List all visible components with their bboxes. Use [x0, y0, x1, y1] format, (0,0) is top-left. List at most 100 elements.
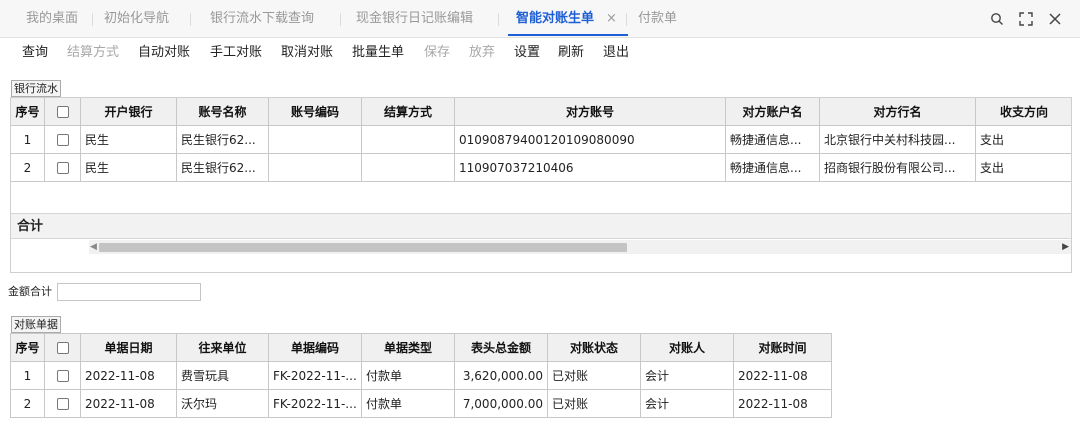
active-tab-indicator — [508, 34, 628, 36]
tab-close-icon[interactable]: × — [606, 0, 617, 38]
tab-payment-order[interactable]: 付款单 — [638, 0, 677, 38]
close-icon[interactable] — [1045, 9, 1065, 29]
table-row[interactable]: 2 民生 民生银行62... 110907037210406 畅捷通信息... … — [11, 153, 1071, 182]
manual-reconcile-button[interactable]: 手工对账 — [210, 38, 262, 68]
auto-reconcile-button[interactable]: 自动对账 — [138, 38, 190, 68]
batch-generate-button[interactable]: 批量生单 — [352, 38, 404, 68]
table-empty-area — [11, 183, 1071, 213]
column-header[interactable]: 对账状态 — [547, 333, 641, 362]
cell-counter-bank: 北京银行中关村科技园... — [819, 125, 976, 154]
table-row[interactable]: 2 2022-11-08 沃尔玛 FK-2022-11-... 付款单 7,00… — [10, 389, 832, 418]
column-header[interactable]: 往来单位 — [176, 333, 269, 362]
cell-counter-account-name: 畅捷通信息... — [725, 125, 820, 154]
row-number: 1 — [10, 361, 45, 390]
tab-init-nav[interactable]: 初始化导航 — [104, 0, 169, 38]
column-header[interactable]: 表头总金额 — [454, 333, 548, 362]
bank-flow-section-label[interactable]: 银行流水 — [11, 80, 61, 97]
row-select-cell[interactable] — [44, 389, 81, 418]
discard-button[interactable]: 放弃 — [469, 38, 495, 68]
column-header-select-all[interactable] — [44, 333, 81, 362]
column-header[interactable]: 账号编码 — [268, 98, 362, 126]
column-header[interactable]: 对方账户名 — [725, 98, 820, 126]
select-all-checkbox[interactable] — [56, 106, 69, 118]
column-header[interactable]: 账号名称 — [176, 98, 269, 126]
table-row[interactable]: 1 民生 民生银行62... 01090879400120109080090 畅… — [11, 125, 1071, 154]
cell-bank: 民生 — [80, 125, 177, 154]
sum-label: 合计 — [17, 219, 44, 234]
column-header[interactable]: 对账时间 — [733, 333, 832, 362]
cell-total-amount: 3,620,000.00 — [454, 361, 548, 390]
column-header[interactable]: 单据编码 — [268, 333, 362, 362]
column-header[interactable]: 结算方式 — [361, 98, 455, 126]
cell-counter-account-name: 畅捷通信息... — [725, 153, 820, 182]
tab-bar: 我的桌面 初始化导航 银行流水下载查询 现金银行日记账编辑 智能对账生单 × 付… — [0, 0, 1080, 38]
cell-reconciler: 会计 — [640, 361, 734, 390]
cell-total-amount: 7,000,000.00 — [454, 389, 548, 418]
tab-separator — [92, 13, 93, 26]
tab-bank-flow-query[interactable]: 银行流水下载查询 — [210, 0, 314, 38]
exit-button[interactable]: 退出 — [603, 38, 629, 68]
column-header[interactable]: 序号 — [11, 98, 45, 126]
row-select-cell[interactable] — [44, 361, 81, 390]
column-header[interactable]: 序号 — [10, 333, 45, 362]
tab-my-desktop[interactable]: 我的桌面 — [26, 0, 78, 38]
recon-docs-table: 序号 单据日期 往来单位 单据编码 单据类型 表头总金额 对账状态 对账人 对账… — [10, 333, 832, 418]
cell-account-name: 民生银行62... — [176, 125, 269, 154]
column-header[interactable]: 开户银行 — [80, 98, 177, 126]
amount-total-field[interactable] — [57, 283, 201, 301]
cell-counter-account: 01090879400120109080090 — [454, 125, 726, 154]
query-button[interactable]: 查询 — [22, 38, 48, 68]
horizontal-scrollbar[interactable]: ◀ ▶ — [89, 240, 1071, 254]
row-checkbox[interactable] — [56, 162, 69, 174]
fullscreen-icon[interactable] — [1016, 9, 1036, 29]
row-checkbox[interactable] — [56, 370, 69, 382]
cell-doc-type: 付款单 — [361, 361, 455, 390]
scrollbar-thumb[interactable] — [99, 243, 627, 252]
column-header[interactable]: 对账人 — [640, 333, 734, 362]
row-number: 2 — [10, 389, 45, 418]
cell-reconciler: 会计 — [640, 389, 734, 418]
cell-partner: 费雪玩具 — [176, 361, 269, 390]
tab-cash-journal-edit[interactable]: 现金银行日记账编辑 — [356, 0, 473, 38]
column-header-select-all[interactable] — [44, 98, 81, 126]
column-header[interactable]: 对方账号 — [454, 98, 726, 126]
table-row[interactable]: 1 2022-11-08 费雪玩具 FK-2022-11-... 付款单 3,6… — [10, 361, 832, 390]
cell-doc-code: FK-2022-11-... — [268, 389, 362, 418]
row-number: 1 — [11, 125, 45, 154]
save-button[interactable]: 保存 — [424, 38, 450, 68]
column-header[interactable]: 对方行名 — [819, 98, 976, 126]
sum-row: 合计 — [11, 213, 1071, 239]
bank-flow-panel: 序号 开户银行 账号名称 账号编码 结算方式 对方账号 对方账户名 对方行名 收… — [10, 97, 1072, 273]
table-header-row: 序号 单据日期 往来单位 单据编码 单据类型 表头总金额 对账状态 对账人 对账… — [10, 333, 832, 362]
scroll-right-icon[interactable]: ▶ — [1062, 240, 1069, 254]
cell-doc-code: FK-2022-11-... — [268, 361, 362, 390]
row-select-cell[interactable] — [44, 153, 81, 182]
search-icon[interactable] — [987, 9, 1007, 29]
amount-total-label: 金额合计 — [8, 285, 52, 298]
cell-account-name: 民生银行62... — [176, 153, 269, 182]
cell-settlement — [361, 125, 455, 154]
scroll-left-icon[interactable]: ◀ — [90, 240, 97, 254]
cell-recon-status: 已对账 — [547, 361, 641, 390]
recon-docs-section-label[interactable]: 对账单据 — [11, 316, 61, 333]
cell-doc-type: 付款单 — [361, 389, 455, 418]
cell-recon-time: 2022-11-08 — [733, 389, 832, 418]
refresh-button[interactable]: 刷新 — [558, 38, 584, 68]
cell-bank: 民生 — [80, 153, 177, 182]
select-all-checkbox[interactable] — [56, 342, 69, 354]
cell-counter-bank: 招商银行股份有限公司... — [819, 153, 976, 182]
column-header[interactable]: 单据类型 — [361, 333, 455, 362]
settings-button[interactable]: 设置 — [514, 38, 540, 68]
tab-separator — [626, 13, 627, 26]
cell-account-code — [268, 153, 362, 182]
tab-smart-reconcile[interactable]: 智能对账生单 — [516, 0, 594, 38]
column-header[interactable]: 收支方向 — [975, 98, 1071, 126]
row-select-cell[interactable] — [44, 125, 81, 154]
tab-separator — [190, 13, 191, 26]
bank-flow-table: 序号 开户银行 账号名称 账号编码 结算方式 对方账号 对方账户名 对方行名 收… — [11, 98, 1071, 182]
row-checkbox[interactable] — [56, 398, 69, 410]
column-header[interactable]: 单据日期 — [80, 333, 177, 362]
cancel-reconcile-button[interactable]: 取消对账 — [281, 38, 333, 68]
row-checkbox[interactable] — [56, 134, 69, 146]
settlement-method-button[interactable]: 结算方式 — [67, 38, 119, 68]
